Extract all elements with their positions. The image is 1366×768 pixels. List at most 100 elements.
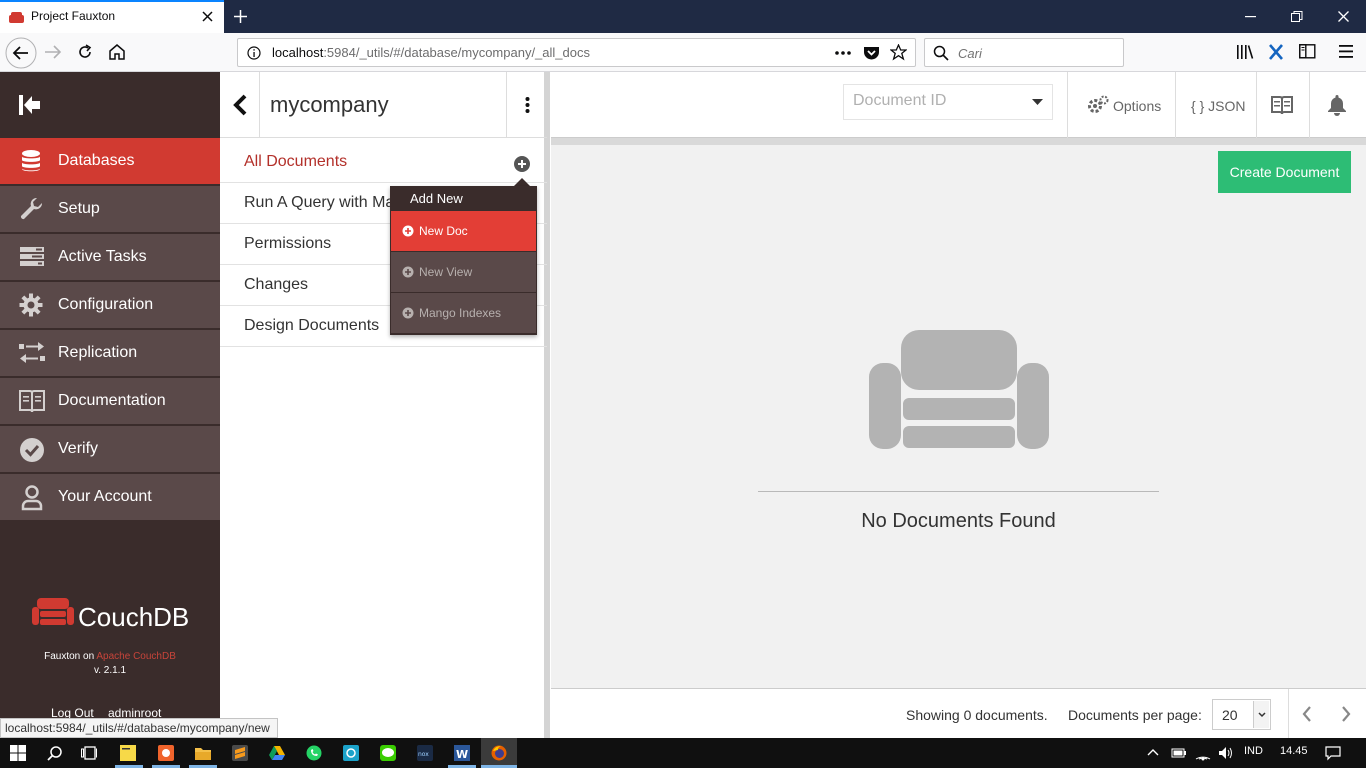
nav-item-verify[interactable]: Verify xyxy=(0,426,220,473)
clock[interactable]: 14.45 xyxy=(1280,745,1308,757)
microsoft-word-icon[interactable]: W xyxy=(454,745,470,761)
nav-label-verify: Verify xyxy=(58,440,99,457)
nav-item-documentation[interactable]: Documentation xyxy=(0,378,220,425)
whatsapp-icon[interactable] xyxy=(306,745,322,761)
nav-item-active-tasks[interactable]: Active Tasks xyxy=(0,234,220,281)
document-id-placeholder: Document ID xyxy=(853,92,947,109)
url-bar[interactable]: localhost:5984/_utils/#/database/mycompa… xyxy=(237,38,916,67)
header-separator xyxy=(1175,72,1176,138)
per-page-caret[interactable] xyxy=(1253,701,1269,728)
library-icon[interactable] xyxy=(1236,44,1254,60)
couchdb-favicon-icon xyxy=(9,12,24,23)
nav-item-configuration[interactable]: Configuration xyxy=(0,282,220,329)
cortana-search-icon[interactable] xyxy=(47,745,63,761)
status-url: localhost:5984/_utils/#/database/mycompa… xyxy=(5,721,270,735)
google-drive-icon[interactable] xyxy=(269,745,285,761)
action-center-icon[interactable] xyxy=(1325,745,1341,761)
back-button[interactable] xyxy=(220,72,260,138)
reload-icon[interactable] xyxy=(77,44,93,60)
restore-icon[interactable] xyxy=(1291,11,1303,22)
back-icon[interactable] xyxy=(5,37,37,69)
book-icon xyxy=(19,390,45,413)
page-actions-icon[interactable] xyxy=(835,51,851,55)
nav-label-replication: Replication xyxy=(58,344,138,361)
plus-circle-icon xyxy=(402,307,414,319)
bookmark-star-icon[interactable] xyxy=(890,44,907,61)
database-menu-button[interactable] xyxy=(506,72,547,138)
firefox-icon[interactable] xyxy=(491,745,507,761)
no-documents-message: No Documents Found xyxy=(861,510,1056,532)
app-icon-teal[interactable] xyxy=(343,745,359,761)
header-separator xyxy=(1067,72,1068,138)
fauxton-credit: Fauxton on Apache CouchDB xyxy=(44,651,176,662)
nav-item-databases[interactable]: Databases xyxy=(0,138,220,185)
svg-text:nox: nox xyxy=(418,751,429,758)
nav-label-setup: Setup xyxy=(58,200,100,217)
app-icon[interactable] xyxy=(158,745,174,761)
wifi-icon[interactable] xyxy=(1195,745,1211,761)
nav-item-your-account[interactable]: Your Account xyxy=(0,474,220,521)
dropdown-arrow xyxy=(514,178,530,186)
dropdown-header: Add New xyxy=(410,191,463,206)
create-document-button[interactable]: Create Document xyxy=(1218,151,1351,193)
sidebar-toggle-icon[interactable] xyxy=(1299,44,1316,59)
check-circle-icon xyxy=(20,438,44,462)
line-app-icon[interactable] xyxy=(380,745,396,761)
gear-icon xyxy=(19,293,43,317)
notification-bell-icon[interactable] xyxy=(1327,94,1347,116)
header-separator xyxy=(1256,72,1257,138)
version-text: v. 2.1.1 xyxy=(93,665,127,676)
minimize-icon[interactable] xyxy=(1245,16,1256,18)
gears-icon[interactable] xyxy=(1087,95,1109,115)
sidebar-item-all-documents[interactable]: All Documents xyxy=(220,142,547,183)
app-icon-dark[interactable]: nox xyxy=(417,745,433,761)
apache-couchdb-link[interactable]: Apache CouchDB xyxy=(96,651,176,662)
sublime-text-icon[interactable] xyxy=(232,745,248,761)
nav-item-setup[interactable]: Setup xyxy=(0,186,220,233)
couchdb-brand: CouchDB xyxy=(78,602,190,632)
volume-icon[interactable] xyxy=(1218,745,1234,761)
collapse-menu-icon[interactable] xyxy=(18,94,42,116)
prev-page-icon[interactable] xyxy=(1302,706,1312,722)
sidebar-item-label: Permissions xyxy=(244,235,332,252)
plus-circle-icon xyxy=(402,225,414,237)
options-button[interactable]: Options xyxy=(1113,98,1161,114)
footer-separator xyxy=(1288,689,1289,738)
pocket-icon[interactable] xyxy=(863,45,880,61)
windows-start-icon[interactable] xyxy=(10,745,26,761)
url-text: localhost:5984/_utils/#/database/mycompa… xyxy=(272,45,590,60)
tray-chevron-up-icon[interactable] xyxy=(1147,745,1163,761)
add-new-plus-icon[interactable] xyxy=(513,155,531,173)
forward-icon[interactable] xyxy=(44,44,62,60)
home-icon[interactable] xyxy=(108,43,126,60)
showing-count: Showing 0 documents. xyxy=(906,707,1048,723)
svg-text:W: W xyxy=(456,748,468,761)
close-window-icon[interactable] xyxy=(1338,11,1349,22)
dropdown-item-new-doc[interactable]: New Doc xyxy=(391,211,536,251)
close-tab-icon[interactable] xyxy=(202,11,213,22)
extension-x-icon[interactable] xyxy=(1268,44,1284,60)
divider-line xyxy=(758,491,1159,492)
next-page-icon[interactable] xyxy=(1341,706,1351,722)
per-page-label: Documents per page: xyxy=(1068,707,1202,723)
hamburger-menu-icon[interactable] xyxy=(1339,45,1353,58)
input-language[interactable]: IND xyxy=(1244,745,1263,757)
file-explorer-icon[interactable] xyxy=(195,745,211,761)
dropdown-item-mango-indexes[interactable]: Mango Indexes xyxy=(391,293,536,333)
sidebar-item-label: Changes xyxy=(244,276,309,293)
kebab-icon xyxy=(525,97,530,113)
json-button[interactable]: { } JSON xyxy=(1191,98,1245,114)
documentation-book-icon[interactable] xyxy=(1271,95,1293,115)
nav-label-your-account: Your Account xyxy=(58,488,152,505)
database-icon xyxy=(22,150,40,172)
nav-label-active-tasks: Active Tasks xyxy=(58,248,147,265)
sticky-notes-icon[interactable] xyxy=(120,745,136,761)
nav-item-replication[interactable]: Replication xyxy=(0,330,220,377)
battery-icon[interactable] xyxy=(1171,745,1187,761)
new-tab-icon[interactable] xyxy=(233,9,248,24)
dropdown-item-new-view[interactable]: New View xyxy=(391,252,536,292)
task-view-icon[interactable] xyxy=(81,745,97,761)
header-separator xyxy=(1309,72,1310,138)
info-icon[interactable] xyxy=(247,46,261,60)
search-bar[interactable]: Cari xyxy=(924,38,1124,67)
